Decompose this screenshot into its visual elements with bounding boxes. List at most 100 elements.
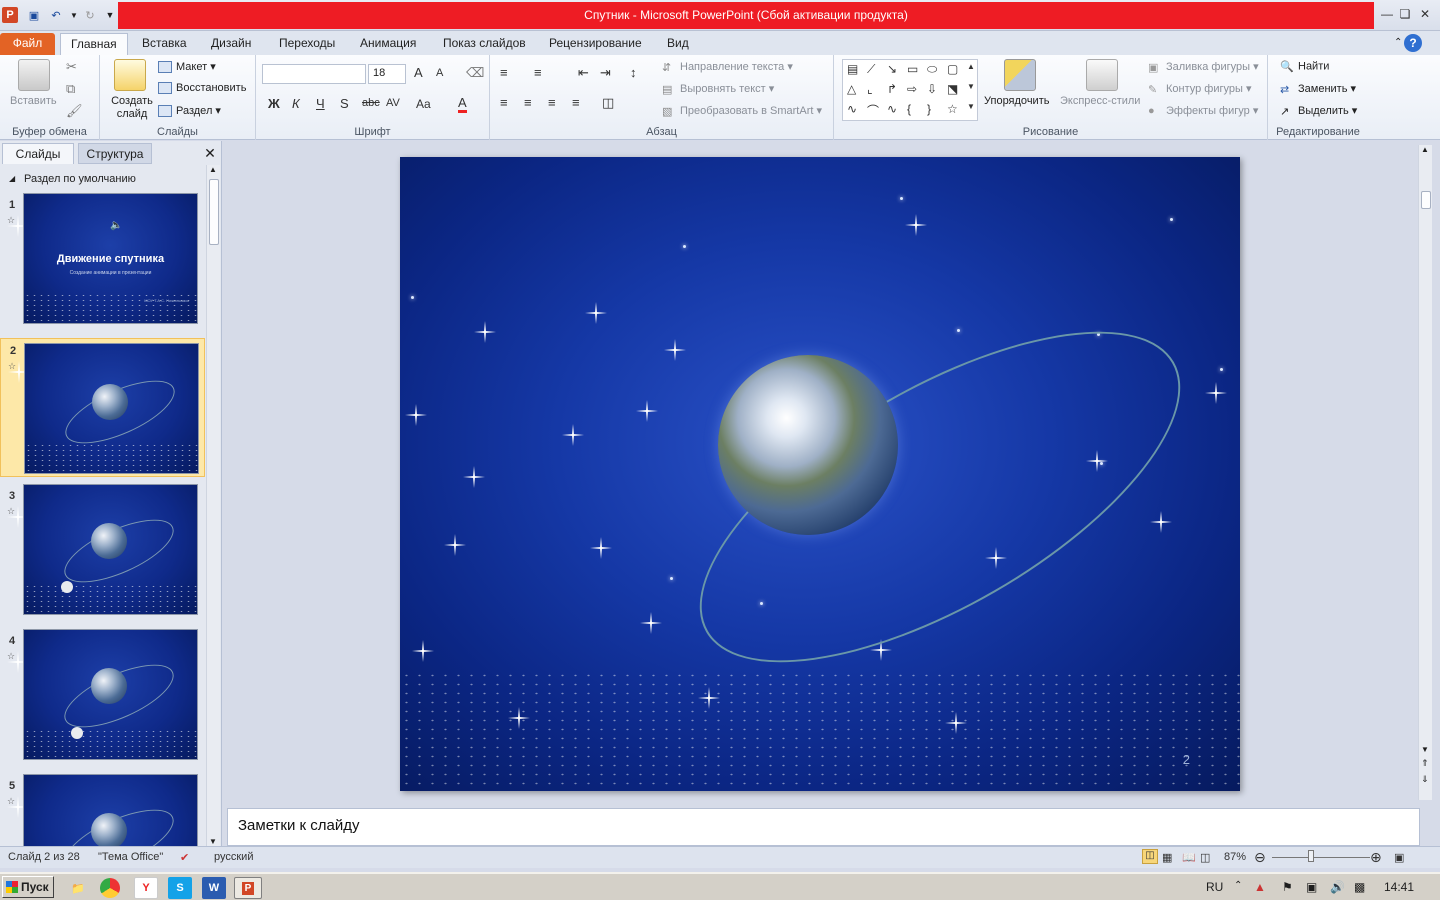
find-button[interactable]: 🔍 Найти: [1280, 60, 1329, 73]
zoom-in-icon[interactable]: ⊕: [1370, 849, 1382, 866]
align-left-icon[interactable]: ≡: [500, 95, 508, 110]
decrease-indent-icon[interactable]: ⇤: [578, 65, 589, 81]
close-pane-icon[interactable]: ✕: [202, 143, 218, 164]
left-brace-shape-icon[interactable]: {: [907, 102, 911, 116]
next-slide-icon[interactable]: ⇓: [1421, 775, 1429, 784]
scroll-up-icon[interactable]: ▲: [209, 165, 217, 174]
textbox-shape-icon[interactable]: ▤: [847, 62, 858, 76]
slides-pane-scrollbar[interactable]: ▲ ▼: [206, 165, 220, 846]
action-center-flag-icon[interactable]: ⚑: [1282, 880, 1293, 894]
scrollbar-thumb[interactable]: [1421, 191, 1431, 209]
zoom-out-icon[interactable]: ⊖: [1254, 849, 1266, 866]
shrink-font-button[interactable]: A: [436, 67, 443, 79]
cut-icon[interactable]: ✂: [66, 59, 77, 75]
underline-button[interactable]: Ч: [316, 96, 325, 111]
increase-indent-icon[interactable]: ⇥: [600, 65, 611, 81]
skype-icon[interactable]: S: [168, 877, 192, 899]
shape-outline-button[interactable]: ✎ Контур фигуры ▾: [1148, 82, 1252, 96]
reset-button[interactable]: Восстановить: [158, 82, 246, 95]
undo-dropdown-icon[interactable]: ▼: [66, 7, 82, 23]
slide-sorter-icon[interactable]: ▦: [1162, 851, 1172, 864]
earth-image[interactable]: [718, 355, 898, 535]
tab-design[interactable]: Дизайн: [201, 33, 261, 55]
tab-view[interactable]: Вид: [657, 33, 699, 55]
redo-icon[interactable]: ↻: [82, 7, 98, 23]
replace-button[interactable]: ⇄ Заменить ▾: [1280, 82, 1356, 96]
restore-button[interactable]: ❏: [1396, 6, 1414, 22]
network-icon[interactable]: ▩: [1354, 880, 1365, 894]
shadow-button[interactable]: S: [340, 96, 349, 111]
shape-fill-button[interactable]: ▣ Заливка фигуры ▾: [1148, 60, 1259, 74]
scribble-shape-icon[interactable]: ∿: [847, 102, 857, 116]
curve-shape-icon[interactable]: ∿: [887, 102, 897, 116]
copy-icon[interactable]: ⧉: [66, 81, 75, 97]
save-icon[interactable]: ▣: [26, 7, 42, 23]
slide-thumbnail[interactable]: 5 ☆: [0, 774, 205, 846]
gallery-more-icon[interactable]: ▼: [967, 102, 975, 111]
tab-slideshow[interactable]: Показ слайдов: [433, 33, 536, 55]
customize-qat-icon[interactable]: ▼: [102, 7, 118, 23]
grow-font-button[interactable]: A: [414, 65, 423, 80]
reading-view-icon[interactable]: 📖: [1182, 851, 1196, 864]
volume-icon[interactable]: 🔊: [1330, 880, 1345, 894]
word-icon[interactable]: W: [202, 877, 226, 899]
tab-outline-pane[interactable]: Структура: [78, 143, 152, 164]
quick-styles-button[interactable]: Экспресс-стили: [1060, 95, 1140, 107]
chrome-icon[interactable]: [100, 878, 120, 898]
slideshow-icon[interactable]: ◫: [1200, 851, 1210, 864]
clear-formatting-icon[interactable]: ⌫: [466, 65, 484, 81]
language-indicator[interactable]: русский: [214, 851, 253, 863]
scroll-down-icon[interactable]: ▼: [1421, 745, 1429, 754]
font-color-button[interactable]: A: [458, 95, 467, 113]
triangle-shape-icon[interactable]: △: [847, 82, 856, 96]
italic-button[interactable]: К: [292, 96, 300, 111]
freeform-shape-icon[interactable]: ⬔: [947, 82, 958, 96]
slide-thumbnail-selected[interactable]: 2 ☆: [0, 338, 205, 477]
elbow-arrow-icon[interactable]: ↱: [887, 82, 897, 96]
minimize-button[interactable]: —: [1378, 6, 1396, 22]
oval-shape-icon[interactable]: ⬭: [927, 62, 937, 77]
new-slide-button[interactable]: Создать слайд: [108, 95, 156, 121]
strikethrough-button[interactable]: abc: [362, 97, 380, 109]
layout-button[interactable]: Макет ▾: [158, 60, 216, 74]
arrange-button[interactable]: Упорядочить: [984, 95, 1049, 107]
shape-effects-button[interactable]: ● Эффекты фигур ▾: [1148, 104, 1258, 117]
tab-transitions[interactable]: Переходы: [269, 33, 345, 55]
tray-expand-icon[interactable]: ⌃: [1234, 880, 1242, 891]
zoom-slider[interactable]: [1272, 857, 1370, 858]
spellcheck-icon[interactable]: ✔: [180, 851, 189, 864]
zoom-slider-thumb[interactable]: [1308, 850, 1314, 862]
acrobat-tray-icon[interactable]: ▲: [1254, 880, 1266, 894]
align-center-icon[interactable]: ≡: [524, 95, 532, 110]
align-right-icon[interactable]: ≡: [548, 95, 556, 110]
line-spacing-icon[interactable]: ↕: [630, 65, 637, 80]
scrollbar-thumb[interactable]: [209, 179, 219, 245]
theme-name[interactable]: "Тема Office": [98, 851, 163, 863]
slide-thumbnail[interactable]: 4 ☆: [0, 629, 205, 769]
scroll-down-icon[interactable]: ▼: [209, 837, 217, 846]
columns-icon[interactable]: ◫: [602, 95, 614, 111]
right-arrow-shape-icon[interactable]: ⇨: [907, 82, 917, 96]
powerpoint-taskbar-button[interactable]: P: [234, 877, 262, 899]
format-painter-icon[interactable]: 🖌: [66, 103, 83, 119]
down-arrow-shape-icon[interactable]: ⇩: [927, 82, 937, 96]
arc-shape-icon[interactable]: ⌒: [867, 102, 879, 119]
fit-to-window-icon[interactable]: ▣: [1394, 851, 1404, 864]
slide-thumbnail[interactable]: 1 ☆ 🔈 Движение спутника Создание анимаци…: [0, 193, 205, 333]
folder-icon[interactable]: 📁: [66, 877, 90, 899]
font-family-combo[interactable]: [262, 64, 366, 84]
section-header[interactable]: ◢ Раздел по умолчанию: [0, 169, 205, 189]
normal-view-icon[interactable]: ◫: [1142, 849, 1158, 864]
numbering-icon[interactable]: ≡: [534, 65, 542, 80]
tab-review[interactable]: Рецензирование: [539, 33, 652, 55]
zoom-level[interactable]: 87%: [1224, 851, 1246, 863]
tab-file[interactable]: Файл: [0, 33, 55, 55]
keyboard-language[interactable]: RU: [1206, 880, 1223, 894]
gallery-down-icon[interactable]: ▼: [967, 82, 975, 91]
notes-area[interactable]: Заметки к слайду: [227, 808, 1420, 846]
help-icon[interactable]: ?: [1404, 34, 1422, 52]
rounded-rect-shape-icon[interactable]: ▢: [947, 62, 958, 76]
right-brace-shape-icon[interactable]: }: [927, 102, 931, 116]
justify-icon[interactable]: ≡: [572, 95, 580, 110]
change-case-button[interactable]: Aa: [416, 97, 431, 111]
